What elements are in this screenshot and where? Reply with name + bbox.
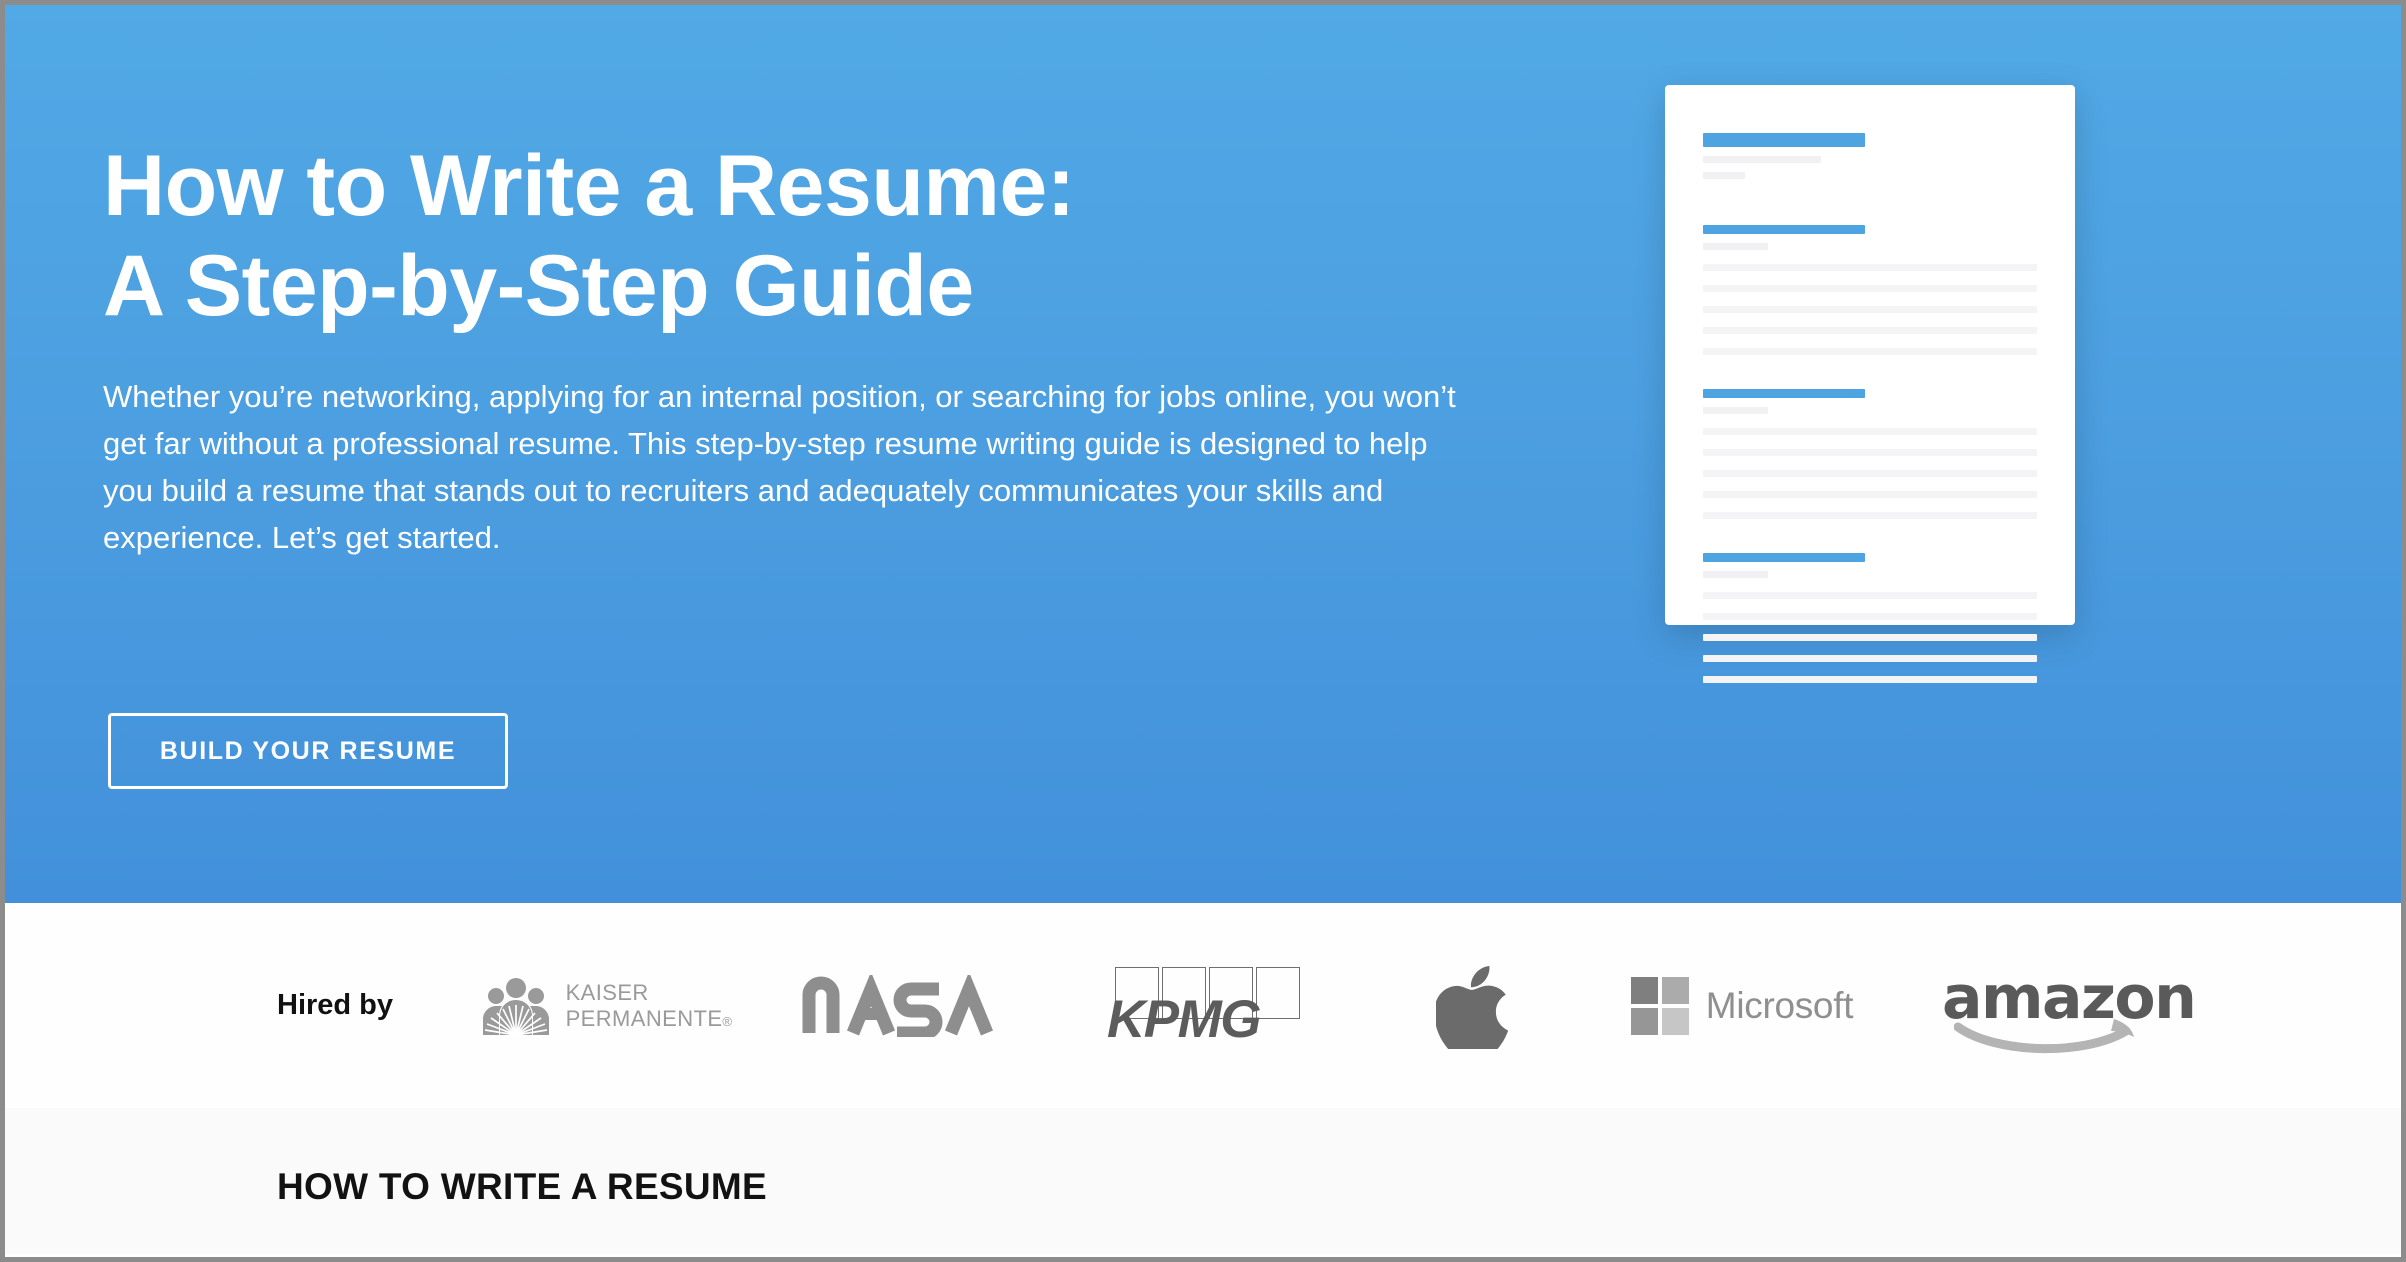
- microsoft-squares-icon: [1630, 976, 1689, 1035]
- how-to-write-section: HOW TO WRITE A RESUME: [5, 1108, 2401, 1254]
- resume-placeholder-line: [1703, 172, 1745, 179]
- hero-subtitle: Whether you’re networking, applying for …: [103, 378, 1456, 555]
- kaiser-permanente-logo: KAISER PERMANENTE®: [457, 975, 757, 1037]
- resume-section-experience: [1703, 389, 2037, 519]
- kaiser-sunburst-icon: [482, 977, 549, 1036]
- resume-placeholder-line: [1703, 407, 1768, 414]
- apple-icon: [1436, 965, 1508, 1049]
- resume-placeholder-line: [1703, 306, 2037, 313]
- microsoft-logo: Microsoft: [1587, 976, 1897, 1035]
- hired-by-logo-strip: Hired by KAISER PERMANENTE® KPMG Microso…: [5, 903, 2401, 1108]
- resume-placeholder-line: [1703, 512, 2037, 519]
- resume-placeholder-line: [1703, 243, 1768, 250]
- resume-accent-bar: [1703, 133, 1865, 147]
- page-title: How to Write a Resume: A Step-by-Step Gu…: [103, 138, 1075, 334]
- resume-placeholder-line: [1703, 285, 2037, 292]
- resume-placeholder-line: [1703, 571, 1768, 578]
- resume-accent-bar: [1703, 553, 1865, 562]
- nasa-logo: [757, 974, 1057, 1037]
- resume-placeholder-line: [1703, 327, 2037, 334]
- build-your-resume-button[interactable]: BUILD YOUR RESUME: [108, 713, 508, 789]
- amazon-swoosh-icon: [1954, 1018, 2134, 1053]
- resume-accent-bar: [1703, 389, 1865, 398]
- resume-placeholder-line: [1703, 655, 2037, 662]
- resume-placeholder-line: [1703, 592, 2037, 599]
- kpmg-logo: KPMG: [1057, 966, 1357, 1049]
- resume-placeholder-line: [1703, 613, 2037, 620]
- resume-placeholder-line: [1703, 348, 2037, 355]
- microsoft-wordmark: Microsoft: [1705, 984, 1854, 1026]
- kaiser-permanente-wordmark: KAISER PERMANENTE®: [565, 979, 733, 1031]
- hired-by-label: Hired by: [277, 989, 394, 1021]
- page-root: How to Write a Resume: A Step-by-Step Gu…: [0, 0, 2406, 1262]
- section-heading: HOW TO WRITE A RESUME: [277, 1166, 768, 1207]
- resume-section-summary: [1703, 225, 2037, 355]
- resume-placeholder-line: [1703, 676, 2037, 683]
- hero-section: How to Write a Resume: A Step-by-Step Gu…: [5, 5, 2401, 903]
- resume-placeholder-line: [1703, 449, 2037, 456]
- amazon-logo: amazon: [1897, 963, 2197, 1053]
- kpmg-wordmark: KPMG: [1107, 989, 1262, 1049]
- hero-copy: How to Write a Resume: A Step-by-Step Gu…: [103, 137, 1523, 561]
- resume-section-header: [1703, 133, 2037, 179]
- resume-placeholder-line: [1703, 264, 2037, 271]
- nasa-wordmark-icon: [802, 974, 994, 1037]
- apple-logo: [1357, 963, 1587, 1049]
- resume-placeholder-line: [1703, 156, 1821, 163]
- resume-placeholder-line: [1703, 428, 2037, 435]
- resume-placeholder-line: [1703, 491, 2037, 498]
- resume-preview-card: [1665, 85, 2075, 683]
- resume-section-education: [1703, 553, 2037, 683]
- resume-placeholder-line: [1703, 634, 2037, 641]
- resume-placeholder-line: [1703, 470, 2037, 477]
- resume-accent-bar: [1703, 225, 1865, 234]
